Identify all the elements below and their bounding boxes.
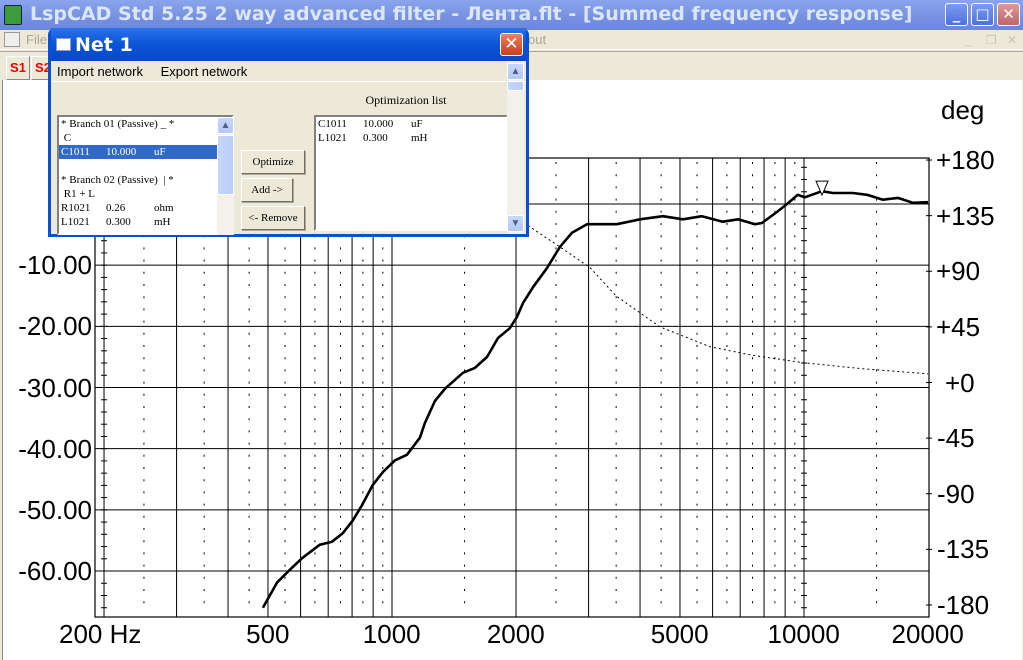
y2-tick-label: -135 xyxy=(937,534,990,565)
x-tick-label: 10000 xyxy=(767,619,840,649)
optimization-list-label: Optimization list xyxy=(365,93,447,107)
menu-import-network[interactable]: Import network xyxy=(57,64,143,79)
list-item-name: L1021 xyxy=(318,132,347,144)
list-item-value: 0.300 xyxy=(106,216,131,228)
x-tick-label: 1000 xyxy=(362,619,421,649)
y2-axis-label: deg xyxy=(941,95,985,125)
y2-tick-label: -45 xyxy=(937,423,975,454)
y-tick-label: -50.00 xyxy=(18,494,92,525)
dialog-close-button[interactable]: ✕ xyxy=(500,33,523,56)
scroll-up-icon[interactable]: ▲ xyxy=(507,63,524,80)
list-item[interactable] xyxy=(59,159,232,173)
optimize-button[interactable]: Optimize xyxy=(241,150,305,174)
list-item-name: C xyxy=(61,132,72,144)
add-button[interactable]: Add -> xyxy=(241,178,293,202)
dialog-window-icon xyxy=(56,38,71,51)
y2-tick-label: +90 xyxy=(936,256,981,287)
menu-export-network[interactable]: Export network xyxy=(161,64,248,79)
y-tick-label: -10.00 xyxy=(18,250,92,281)
list-item-name: L1021 xyxy=(61,216,90,228)
list-item[interactable]: R1021 0.26 ohm xyxy=(59,201,232,215)
list-item-name: C1011 xyxy=(61,146,90,158)
scroll-thumb[interactable] xyxy=(217,135,234,195)
y-tick-label: -40.00 xyxy=(18,433,92,464)
list-item-unit: mH xyxy=(154,216,171,228)
list-item-name: * Branch 01 (Passive) _ * xyxy=(61,118,175,130)
net-dialog: Net 1 ✕ Import network Export network * … xyxy=(48,28,529,237)
x-tick-label: 500 xyxy=(246,619,290,649)
optimization-list[interactable]: C1011 10.000 uF L1021 0.300 mH xyxy=(314,115,508,231)
dialog-title-bar[interactable]: Net 1 ✕ xyxy=(51,28,526,61)
series-magnitude xyxy=(261,189,929,609)
y2-tick-label: +180 xyxy=(936,145,995,176)
dialog-title: Net 1 xyxy=(75,34,133,56)
list-item[interactable]: C1011 10.000 uF xyxy=(316,117,506,131)
list-item[interactable]: C xyxy=(59,131,232,145)
x-tick-label: 200 Hz xyxy=(59,619,142,649)
list-item[interactable]: R1 + L xyxy=(59,187,232,201)
y2-tick-label: -90 xyxy=(937,478,975,509)
y-tick-label: -20.00 xyxy=(18,311,92,342)
remove-button[interactable]: <- Remove xyxy=(241,206,305,230)
y2-tick-label: +0 xyxy=(945,367,975,398)
list-item-unit: uF xyxy=(154,146,166,158)
list-item-value: 0.300 xyxy=(363,132,388,144)
list-item[interactable]: L1021 0.300 mH xyxy=(316,131,506,145)
list-item[interactable]: * Branch 01 (Passive) _ * xyxy=(59,117,232,131)
dialog-scrollbar[interactable]: ▲ ▼ xyxy=(507,61,524,234)
list-item-unit: uF xyxy=(411,118,423,130)
y-tick-label: -30.00 xyxy=(18,372,92,403)
list-item-name: R1 + L xyxy=(61,188,96,200)
list-item[interactable]: L1021 0.300 mH xyxy=(59,215,232,229)
list-item-unit: mH xyxy=(411,132,428,144)
y2-tick-label: +135 xyxy=(936,200,995,231)
x-tick-label: 2000 xyxy=(486,619,545,649)
y-tick-label: -60.00 xyxy=(18,556,92,587)
scroll-up-icon[interactable]: ▲ xyxy=(217,117,234,134)
list-item-name: R1021 xyxy=(61,202,91,214)
list-item-value: 10.000 xyxy=(363,118,394,130)
y2-tick-label: +45 xyxy=(936,311,981,342)
series-phase xyxy=(527,225,929,375)
list-item-value: 10.000 xyxy=(106,146,137,158)
y2-tick-label: -180 xyxy=(937,589,990,620)
list-item-value: 0.26 xyxy=(106,202,126,214)
scroll-thumb[interactable] xyxy=(507,81,524,91)
x-tick-label: 20000 xyxy=(891,619,964,649)
dialog-menu: Import network Export network xyxy=(51,61,526,82)
scroll-down-icon[interactable]: ▼ xyxy=(507,215,524,232)
network-list-scrollbar[interactable]: ▲ xyxy=(217,117,234,235)
list-item-name: * Branch 02 (Passive) | * xyxy=(61,174,174,186)
x-tick-label: 5000 xyxy=(650,619,709,649)
network-list[interactable]: * Branch 01 (Passive) _ * C C1011 10.000 uF… xyxy=(57,115,234,235)
list-item-name: C1011 xyxy=(318,118,347,130)
list-item[interactable]: C1011 10.000 uF xyxy=(59,145,232,159)
list-item[interactable]: * Branch 02 (Passive) | * xyxy=(59,173,232,187)
list-item-unit: ohm xyxy=(154,202,174,214)
